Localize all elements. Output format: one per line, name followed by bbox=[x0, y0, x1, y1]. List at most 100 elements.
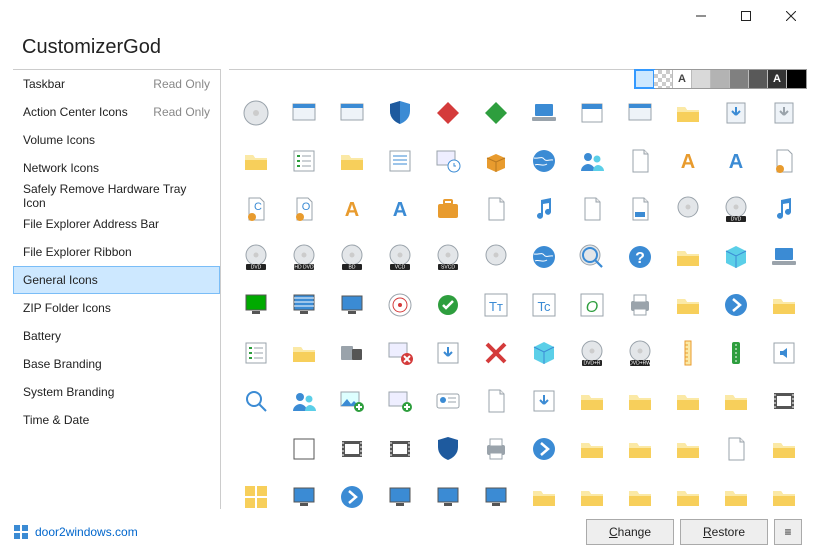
icon-dvdrw[interactable]: DVD+RW bbox=[619, 332, 661, 374]
icon-monitor-green[interactable] bbox=[235, 284, 277, 326]
sidebar-item-zip-folder-icons[interactable]: ZIP Folder Icons bbox=[13, 294, 220, 322]
icon-vcd[interactable]: VCD bbox=[379, 236, 421, 278]
maximize-button[interactable] bbox=[723, 1, 768, 31]
icon-folder12[interactable] bbox=[763, 476, 805, 509]
change-button[interactable]: Change bbox=[586, 519, 674, 545]
icon-folders[interactable] bbox=[523, 476, 565, 509]
sidebar-item-file-explorer-address-bar[interactable]: File Explorer Address Bar bbox=[13, 210, 220, 238]
swatch-3[interactable] bbox=[692, 70, 711, 88]
sidebar-item-action-center-icons[interactable]: Action Center IconsRead Only bbox=[13, 98, 220, 126]
icon-dvd-disc[interactable] bbox=[667, 188, 709, 230]
icon-font-open[interactable]: A bbox=[715, 140, 757, 182]
icon-magnify[interactable] bbox=[235, 380, 277, 422]
sidebar-item-network-icons[interactable]: Network Icons bbox=[13, 154, 220, 182]
icon-doc-gray[interactable] bbox=[571, 188, 613, 230]
icon-check-green[interactable] bbox=[427, 284, 469, 326]
icon-folder-dark[interactable] bbox=[715, 380, 757, 422]
icon-folder-cyan[interactable] bbox=[667, 236, 709, 278]
sidebar-item-general-icons[interactable]: General Icons bbox=[13, 266, 220, 294]
icon-film-strip[interactable] bbox=[331, 428, 373, 470]
icon-device-pair[interactable] bbox=[331, 332, 373, 374]
icon-font-orange[interactable]: A bbox=[667, 140, 709, 182]
icon-app-window[interactable] bbox=[619, 92, 661, 134]
icon-mountain-plus[interactable] bbox=[331, 380, 373, 422]
sidebar-item-time-date[interactable]: Time & Date bbox=[13, 406, 220, 434]
icon-dvdr[interactable]: DVD+R bbox=[571, 332, 613, 374]
icon-music-big[interactable] bbox=[763, 188, 805, 230]
icon-doc-blue[interactable] bbox=[619, 188, 661, 230]
icon-folder4[interactable] bbox=[571, 428, 613, 470]
icon-blank-outline[interactable] bbox=[283, 428, 325, 470]
swatch-5[interactable] bbox=[730, 70, 749, 88]
icon-blank[interactable] bbox=[235, 428, 277, 470]
icon-ruler[interactable] bbox=[667, 332, 709, 374]
icon-folder2[interactable] bbox=[571, 380, 613, 422]
icon-diamond-green[interactable] bbox=[475, 92, 517, 134]
icon-folder-tile2[interactable] bbox=[667, 380, 709, 422]
icon-folder11[interactable] bbox=[715, 476, 757, 509]
icon-folder[interactable] bbox=[235, 140, 277, 182]
icon-calendar[interactable] bbox=[571, 92, 613, 134]
icon-docs[interactable] bbox=[475, 380, 517, 422]
icon-globe[interactable] bbox=[523, 140, 565, 182]
swatch-1[interactable] bbox=[654, 70, 673, 88]
icon-folder5[interactable] bbox=[619, 428, 661, 470]
icon-laptop-blue[interactable] bbox=[763, 236, 805, 278]
icon-dvd-black[interactable]: DVD bbox=[235, 236, 277, 278]
icon-svcd[interactable]: SVCD bbox=[427, 236, 469, 278]
icon-arrow-down-big[interactable] bbox=[523, 380, 565, 422]
icon-cube-out[interactable] bbox=[523, 332, 565, 374]
icon-film[interactable] bbox=[763, 380, 805, 422]
icon-font-tc[interactable]: Tc bbox=[523, 284, 565, 326]
icon-checklist2[interactable] bbox=[235, 332, 277, 374]
icon-folder-tile[interactable] bbox=[763, 284, 805, 326]
sidebar-item-base-branding[interactable]: Base Branding bbox=[13, 350, 220, 378]
icon-list[interactable] bbox=[379, 140, 421, 182]
icon-folder-plain[interactable] bbox=[667, 284, 709, 326]
icon-install-blue[interactable] bbox=[715, 92, 757, 134]
icon-nav-blue[interactable] bbox=[331, 476, 373, 509]
restore-button[interactable]: Restore bbox=[680, 519, 768, 545]
sidebar-item-volume-icons[interactable]: Volume Icons bbox=[13, 126, 220, 154]
icon-cert-c[interactable]: C bbox=[235, 188, 277, 230]
swatch-2[interactable]: A bbox=[673, 70, 692, 88]
icon-monitor3[interactable] bbox=[475, 476, 517, 509]
icon-film-strip2[interactable] bbox=[379, 428, 421, 470]
icon-checklist[interactable] bbox=[283, 140, 325, 182]
icon-music-note[interactable] bbox=[523, 188, 565, 230]
icon-people-blue[interactable] bbox=[571, 140, 613, 182]
icon-folder6[interactable] bbox=[667, 428, 709, 470]
icon-box-open[interactable] bbox=[475, 140, 517, 182]
sidebar-item-system-branding[interactable]: System Branding bbox=[13, 378, 220, 406]
icon-help-disc[interactable]: ? bbox=[619, 236, 661, 278]
icon-cert-blue[interactable] bbox=[763, 140, 805, 182]
icon-a-blue[interactable]: A bbox=[379, 188, 421, 230]
icon-window-small[interactable] bbox=[331, 92, 373, 134]
icon-x-red[interactable] bbox=[475, 332, 517, 374]
icon-id-card[interactable] bbox=[427, 380, 469, 422]
icon-folder-install[interactable] bbox=[667, 92, 709, 134]
icon-magnify-disc[interactable] bbox=[571, 236, 613, 278]
icon-nav-right[interactable] bbox=[715, 284, 757, 326]
icon-nav-right2[interactable] bbox=[523, 428, 565, 470]
swatch-7[interactable]: A bbox=[768, 70, 787, 88]
icon-shield-blue[interactable] bbox=[379, 92, 421, 134]
icon-folder9[interactable] bbox=[619, 476, 661, 509]
icon-hddvd[interactable]: HD DVD bbox=[283, 236, 325, 278]
icon-diamond-red[interactable] bbox=[427, 92, 469, 134]
swatch-6[interactable] bbox=[749, 70, 768, 88]
icon-monitor2[interactable] bbox=[379, 476, 421, 509]
icon-folder7[interactable] bbox=[763, 428, 805, 470]
icon-speaker[interactable] bbox=[763, 332, 805, 374]
close-button[interactable] bbox=[768, 1, 813, 31]
icon-rect-gray[interactable] bbox=[283, 92, 325, 134]
icon-folder3[interactable] bbox=[619, 380, 661, 422]
icon-zip-green[interactable] bbox=[715, 332, 757, 374]
icon-doc-exe[interactable] bbox=[475, 188, 517, 230]
icon-printer[interactable] bbox=[619, 284, 661, 326]
icon-install-gray[interactable] bbox=[763, 92, 805, 134]
icon-plus-green[interactable] bbox=[379, 380, 421, 422]
sidebar-item-battery[interactable]: Battery bbox=[13, 322, 220, 350]
icon-target[interactable] bbox=[379, 284, 421, 326]
icon-window-x[interactable] bbox=[379, 332, 421, 374]
